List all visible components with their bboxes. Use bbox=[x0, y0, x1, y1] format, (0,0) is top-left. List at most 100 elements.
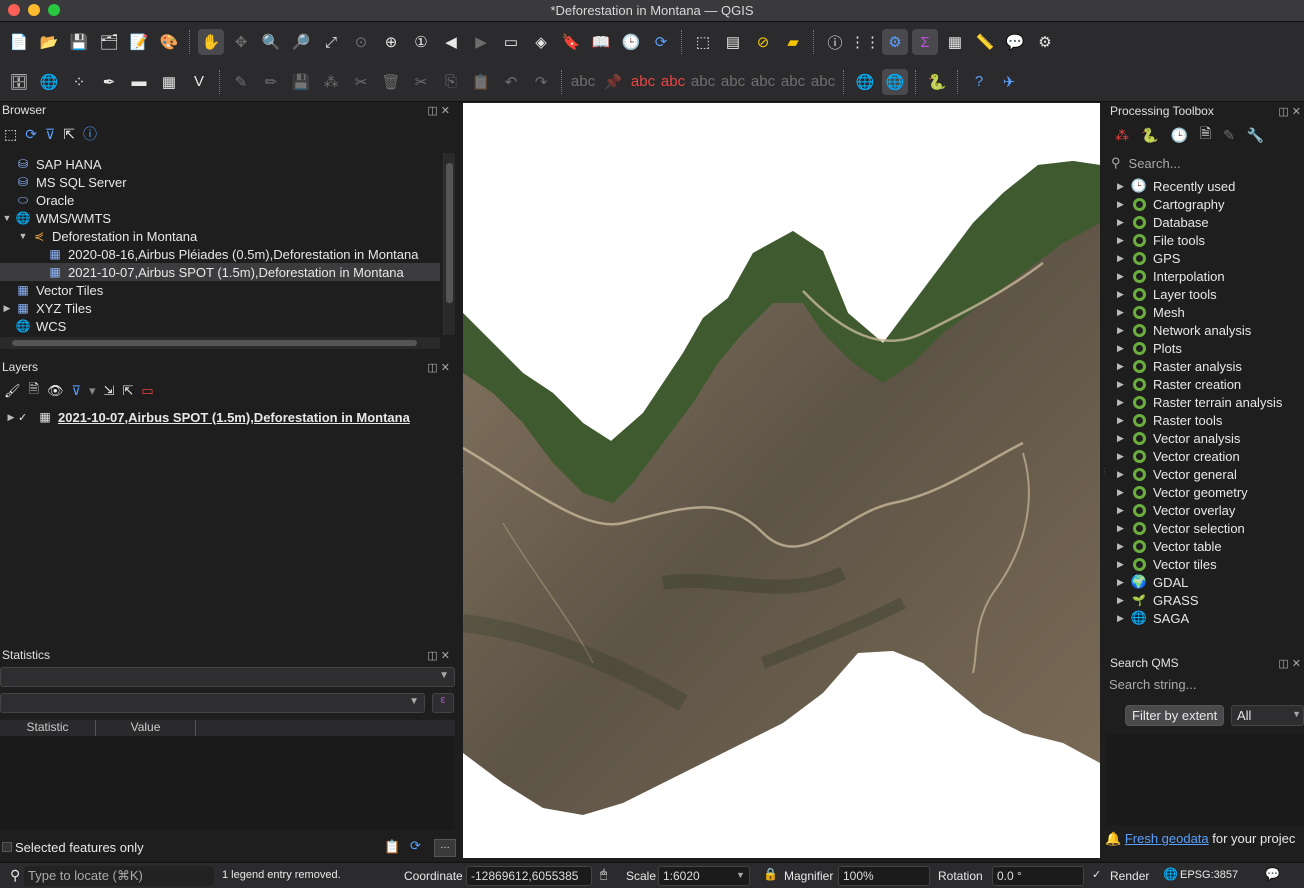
processing-search[interactable]: ⚲ Search... bbox=[1111, 153, 1304, 173]
processing-group[interactable]: ▶ 🌱 GRASS bbox=[1105, 591, 1304, 609]
column-header-value[interactable]: Value bbox=[96, 720, 196, 736]
digitize-icon[interactable]: ✒ bbox=[96, 69, 122, 95]
expand-arrow-icon[interactable]: ▶ bbox=[1117, 541, 1131, 552]
render-checkbox[interactable]: ✓ bbox=[1092, 868, 1101, 881]
expand-arrow-icon[interactable]: ▶ bbox=[1117, 415, 1131, 426]
processing-search-input[interactable]: Search... bbox=[1129, 156, 1181, 171]
manage-visibility-icon[interactable]: 👁 bbox=[47, 383, 64, 399]
select-features-icon[interactable]: ⬚ bbox=[690, 29, 716, 55]
more-button[interactable]: … bbox=[434, 839, 456, 857]
processing-settings-icon[interactable]: ⚙ bbox=[882, 29, 908, 55]
expand-arrow-icon[interactable]: ▼ bbox=[0, 213, 14, 223]
magnifier-spinbox[interactable]: 100% bbox=[838, 866, 930, 886]
redo-icon[interactable]: ↷ bbox=[528, 69, 554, 95]
processing-group[interactable]: ▶ Raster tools bbox=[1105, 411, 1304, 429]
select-location-icon[interactable]: ▰ bbox=[780, 29, 806, 55]
expand-arrow-icon[interactable]: ▶ bbox=[1117, 613, 1131, 624]
statistical-summary-icon[interactable]: Σ bbox=[912, 29, 938, 55]
expand-arrow-icon[interactable]: ▶ bbox=[1117, 307, 1131, 318]
expand-arrow-icon[interactable]: ▼ bbox=[16, 231, 30, 241]
processing-group[interactable]: ▶ 🕒 Recently used bbox=[1105, 177, 1304, 195]
field-combo[interactable]: ▼ bbox=[0, 693, 425, 713]
lock-icon[interactable]: 🔒 bbox=[763, 867, 778, 881]
zoom-out-icon[interactable]: 🔎 bbox=[288, 29, 314, 55]
measure-icon[interactable]: 📏 bbox=[972, 29, 998, 55]
processing-group[interactable]: ▶ Vector table bbox=[1105, 537, 1304, 555]
browser-item[interactable]: ▦ Vector Tiles bbox=[0, 281, 440, 299]
label-settings-icon[interactable]: abc bbox=[630, 69, 656, 95]
expand-arrow-icon[interactable]: ▶ bbox=[1117, 469, 1131, 480]
save-project-icon[interactable]: 💾 bbox=[66, 29, 92, 55]
browser-h-scrollbar[interactable] bbox=[0, 337, 440, 349]
selected-only-checkbox[interactable] bbox=[2, 842, 12, 852]
expand-arrow-icon[interactable]: ▶ bbox=[1117, 361, 1131, 372]
processing-group[interactable]: ▶ 🌐 SAGA bbox=[1105, 609, 1304, 627]
vertex-tool-icon[interactable]: ✂ bbox=[348, 69, 374, 95]
properties-icon[interactable]: ⓘ bbox=[83, 124, 97, 144]
results-viewer-icon[interactable]: 🗎 bbox=[1200, 123, 1211, 147]
processing-group[interactable]: ▶ 🌍 GDAL bbox=[1105, 573, 1304, 591]
filter-by-expression-icon[interactable]: ▾ bbox=[89, 383, 96, 399]
open-attribute-table-icon[interactable]: ⋮⋮ bbox=[850, 29, 880, 55]
processing-group[interactable]: ▶ Vector general bbox=[1105, 465, 1304, 483]
layer-visibility-checkbox[interactable]: ✓ bbox=[18, 411, 36, 424]
expand-arrow-icon[interactable]: ▶ bbox=[1117, 325, 1131, 336]
expand-arrow-icon[interactable]: ▶ bbox=[1117, 451, 1131, 462]
add-group-icon[interactable]: 🗎 bbox=[29, 380, 39, 402]
panel-float-close-icon[interactable]: ◫✕ bbox=[427, 104, 453, 117]
plugin-icon[interactable]: ✈ bbox=[996, 69, 1022, 95]
new-geopackage-icon[interactable]: 🌐 bbox=[36, 69, 62, 95]
new-3d-view-icon[interactable]: ◈ bbox=[528, 29, 554, 55]
new-project-icon[interactable]: 📄 bbox=[6, 29, 32, 55]
temporal-controller-icon[interactable]: 🕒 bbox=[618, 29, 644, 55]
expand-arrow-icon[interactable]: ▶ bbox=[1117, 523, 1131, 534]
fresh-geodata-link[interactable]: Fresh geodata bbox=[1125, 831, 1209, 846]
zoom-to-selection-icon[interactable]: ⊙ bbox=[348, 29, 374, 55]
processing-group[interactable]: ▶ Vector tiles bbox=[1105, 555, 1304, 573]
add-virtual-layer-icon[interactable]: V bbox=[186, 69, 212, 95]
collapse-all-icon[interactable]: ⇱ bbox=[122, 383, 133, 399]
collapse-all-icon[interactable]: ⇱ bbox=[63, 126, 75, 143]
qms-filter-combo[interactable]: All ▼ bbox=[1231, 705, 1304, 726]
processing-group[interactable]: ▶ Vector analysis bbox=[1105, 429, 1304, 447]
style-manager-icon[interactable]: 🎨 bbox=[156, 29, 182, 55]
help-icon[interactable]: ? bbox=[966, 69, 992, 95]
browser-item[interactable]: ▦ 2020-08-16,Airbus Pléiades (0.5m),Defor… bbox=[0, 245, 440, 263]
expand-arrow-icon[interactable]: ▶ bbox=[1117, 433, 1131, 444]
expand-arrow-icon[interactable]: ▶ bbox=[0, 303, 14, 314]
label-highlight-icon[interactable]: abc bbox=[660, 69, 686, 95]
processing-group[interactable]: ▶ Raster creation bbox=[1105, 375, 1304, 393]
scripts-icon[interactable]: 🐍 bbox=[1141, 127, 1158, 144]
expand-arrow-icon[interactable]: ▶ bbox=[1117, 397, 1131, 408]
remove-layer-icon[interactable]: ▭ bbox=[141, 383, 153, 399]
browser-item[interactable]: ▼ 🌐 WMS/WMTS bbox=[0, 209, 440, 227]
layer-styling-icon[interactable]: 🖌 bbox=[4, 383, 21, 399]
expression-button[interactable]: ε bbox=[432, 693, 454, 713]
browser-item[interactable]: ⬭ Oracle bbox=[0, 191, 440, 209]
new-map-view-icon[interactable]: ▭ bbox=[498, 29, 524, 55]
expand-arrow-icon[interactable]: ▶ bbox=[1117, 217, 1131, 228]
filter-icon[interactable]: ⊽ bbox=[45, 126, 55, 143]
expand-arrow-icon[interactable]: ▶ bbox=[1117, 235, 1131, 246]
edit-features-in-place-icon[interactable]: ✎ bbox=[1223, 127, 1235, 144]
browser-item[interactable]: 🌐 WCS bbox=[0, 317, 440, 335]
map-canvas[interactable] bbox=[463, 103, 1100, 858]
browser-item[interactable]: ▦ 2021-10-07,Airbus SPOT (1.5m),Deforesta… bbox=[0, 263, 440, 281]
zoom-native-icon[interactable]: ① bbox=[408, 29, 434, 55]
expand-arrow-icon[interactable]: ▶ bbox=[1117, 253, 1131, 264]
expand-all-icon[interactable]: ⇲ bbox=[104, 383, 115, 399]
refresh-icon[interactable]: ⟳ bbox=[648, 29, 674, 55]
expand-arrow-icon[interactable]: ▶ bbox=[1117, 343, 1131, 354]
processing-group[interactable]: ▶ Vector overlay bbox=[1105, 501, 1304, 519]
layer-item[interactable]: ▶ ✓ ▦ 2021-10-07,Airbus SPOT (1.5m),Defo… bbox=[0, 408, 459, 426]
layer-combo[interactable]: ▼ bbox=[0, 667, 455, 687]
zoom-in-icon[interactable]: 🔍 bbox=[258, 29, 284, 55]
expand-arrow-icon[interactable]: ▶ bbox=[1117, 487, 1131, 498]
processing-group[interactable]: ▶ Network analysis bbox=[1105, 321, 1304, 339]
processing-group[interactable]: ▶ Vector geometry bbox=[1105, 483, 1304, 501]
edit-pencil-icon[interactable]: ✏ bbox=[258, 69, 284, 95]
processing-group[interactable]: ▶ File tools bbox=[1105, 231, 1304, 249]
options-icon[interactable]: 🔧 bbox=[1247, 127, 1264, 144]
attribute-table-icon[interactable]: ▦ bbox=[942, 29, 968, 55]
panel-float-close-icon[interactable]: ◫✕ bbox=[427, 361, 453, 374]
